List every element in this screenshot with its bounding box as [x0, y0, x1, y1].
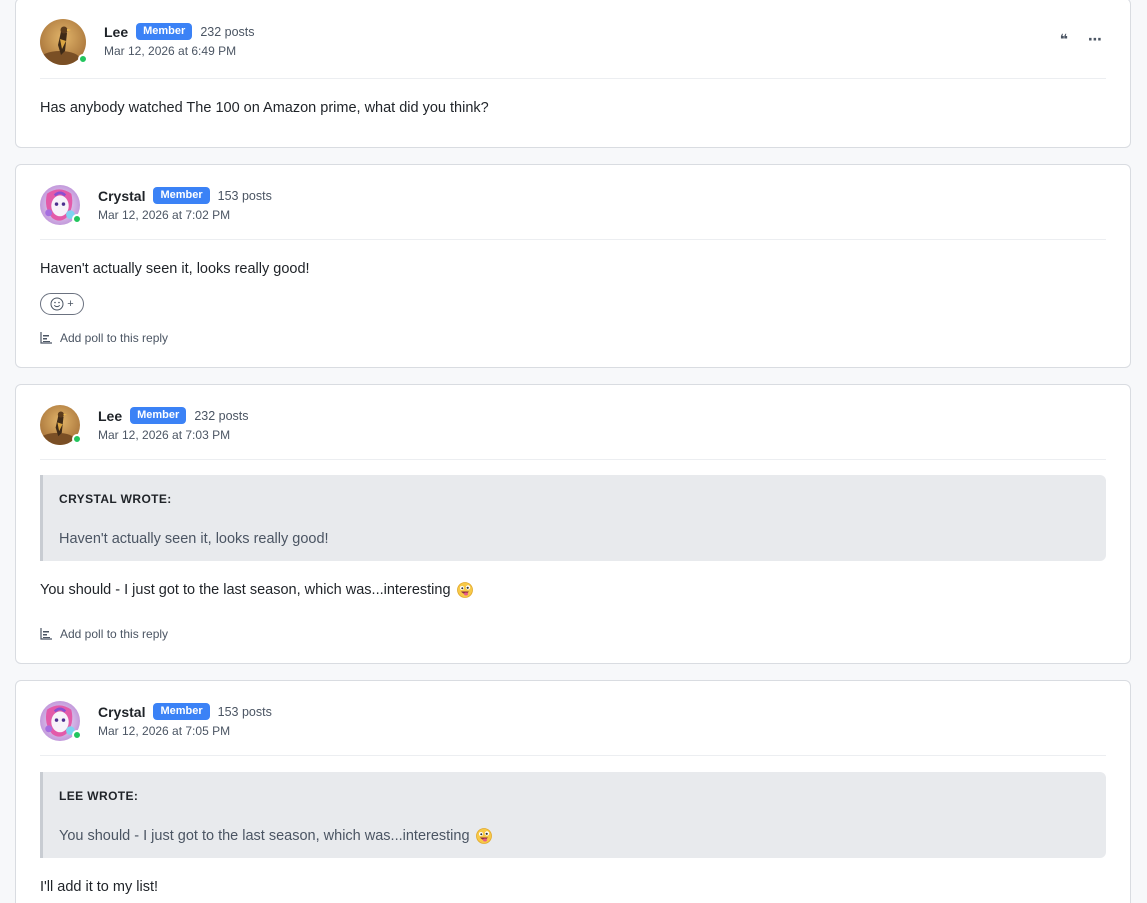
post-count: 232 posts	[194, 408, 249, 423]
silly-face-emoji-icon	[476, 828, 492, 844]
post-body: You should - I just got to the last seas…	[40, 582, 473, 598]
author-meta: Crystal Member 153 posts	[98, 187, 272, 204]
author-name[interactable]: Lee	[98, 408, 122, 424]
smiley-icon	[50, 297, 64, 311]
add-poll-label: Add poll to this reply	[60, 627, 169, 641]
author-name[interactable]: Crystal	[98, 188, 145, 204]
post-header: Crystal Member 153 posts Mar 12, 2026 at…	[40, 165, 1106, 240]
quote-author: LEE WROTE:	[59, 789, 139, 803]
member-badge: Member	[153, 187, 210, 204]
forum-post: Lee Member 232 posts Mar 12, 2026 at 7:0…	[15, 384, 1131, 664]
avatar[interactable]	[40, 701, 82, 741]
avatar[interactable]	[40, 19, 88, 65]
add-reaction-button[interactable]: +	[40, 293, 84, 315]
post-header: Lee Member 232 posts Mar 12, 2026 at 6:4…	[40, 0, 1106, 79]
bar-chart-icon	[40, 628, 52, 640]
quote-block: LEE WROTE: You should - I just got to th…	[40, 772, 1106, 858]
post-count: 232 posts	[200, 24, 255, 39]
post-header: Crystal Member 153 posts Mar 12, 2026 at…	[40, 681, 1106, 756]
post-count: 153 posts	[217, 188, 272, 203]
post-date[interactable]: Mar 12, 2026 at 7:03 PM	[98, 428, 230, 442]
add-poll-label: Add poll to this reply	[60, 331, 169, 345]
plus-icon: +	[67, 298, 74, 310]
member-badge: Member	[136, 23, 193, 40]
bar-chart-icon	[40, 332, 52, 344]
more-options-icon[interactable]: ⋯	[1088, 32, 1102, 46]
post-actions: ❝ ⋯	[1060, 32, 1102, 46]
online-status-icon	[72, 434, 82, 444]
post-body: I'll add it to my list!	[40, 879, 158, 895]
author-name[interactable]: Lee	[104, 24, 128, 40]
avatar[interactable]	[40, 185, 82, 225]
post-body: Has anybody watched The 100 on Amazon pr…	[40, 100, 489, 116]
quote-text: You should - I just got to the last seas…	[59, 828, 492, 844]
forum-post: Crystal Member 153 posts Mar 12, 2026 at…	[15, 164, 1131, 368]
author-meta: Lee Member 232 posts	[104, 23, 255, 40]
post-body: Haven't actually seen it, looks really g…	[40, 261, 310, 277]
post-date[interactable]: Mar 12, 2026 at 6:49 PM	[104, 44, 236, 58]
add-poll-link[interactable]: Add poll to this reply	[40, 627, 168, 641]
member-badge: Member	[153, 703, 210, 720]
online-status-icon	[72, 730, 82, 740]
author-meta: Lee Member 232 posts	[98, 407, 249, 424]
quote-author: CRYSTAL WROTE:	[59, 492, 172, 506]
quote-text-content: Haven't actually seen it, looks really g…	[59, 531, 329, 547]
author-name[interactable]: Crystal	[98, 704, 145, 720]
quote-icon[interactable]: ❝	[1060, 32, 1068, 46]
quote-text-content: You should - I just got to the last seas…	[59, 828, 470, 844]
post-date[interactable]: Mar 12, 2026 at 7:02 PM	[98, 208, 230, 222]
quote-block: CRYSTAL WROTE: Haven't actually seen it,…	[40, 475, 1106, 561]
member-badge: Member	[130, 407, 187, 424]
author-meta: Crystal Member 153 posts	[98, 703, 272, 720]
silly-face-emoji-icon	[457, 582, 473, 598]
forum-post: Crystal Member 153 posts Mar 12, 2026 at…	[15, 680, 1131, 903]
online-status-icon	[78, 54, 88, 64]
post-body-text: You should - I just got to the last seas…	[40, 582, 451, 598]
quote-text: Haven't actually seen it, looks really g…	[59, 531, 329, 547]
forum-post: Lee Member 232 posts Mar 12, 2026 at 6:4…	[15, 0, 1131, 148]
post-count: 153 posts	[217, 704, 272, 719]
add-poll-link[interactable]: Add poll to this reply	[40, 331, 168, 345]
avatar[interactable]	[40, 405, 82, 445]
online-status-icon	[72, 214, 82, 224]
post-date[interactable]: Mar 12, 2026 at 7:05 PM	[98, 724, 230, 738]
post-header: Lee Member 232 posts Mar 12, 2026 at 7:0…	[40, 385, 1106, 460]
